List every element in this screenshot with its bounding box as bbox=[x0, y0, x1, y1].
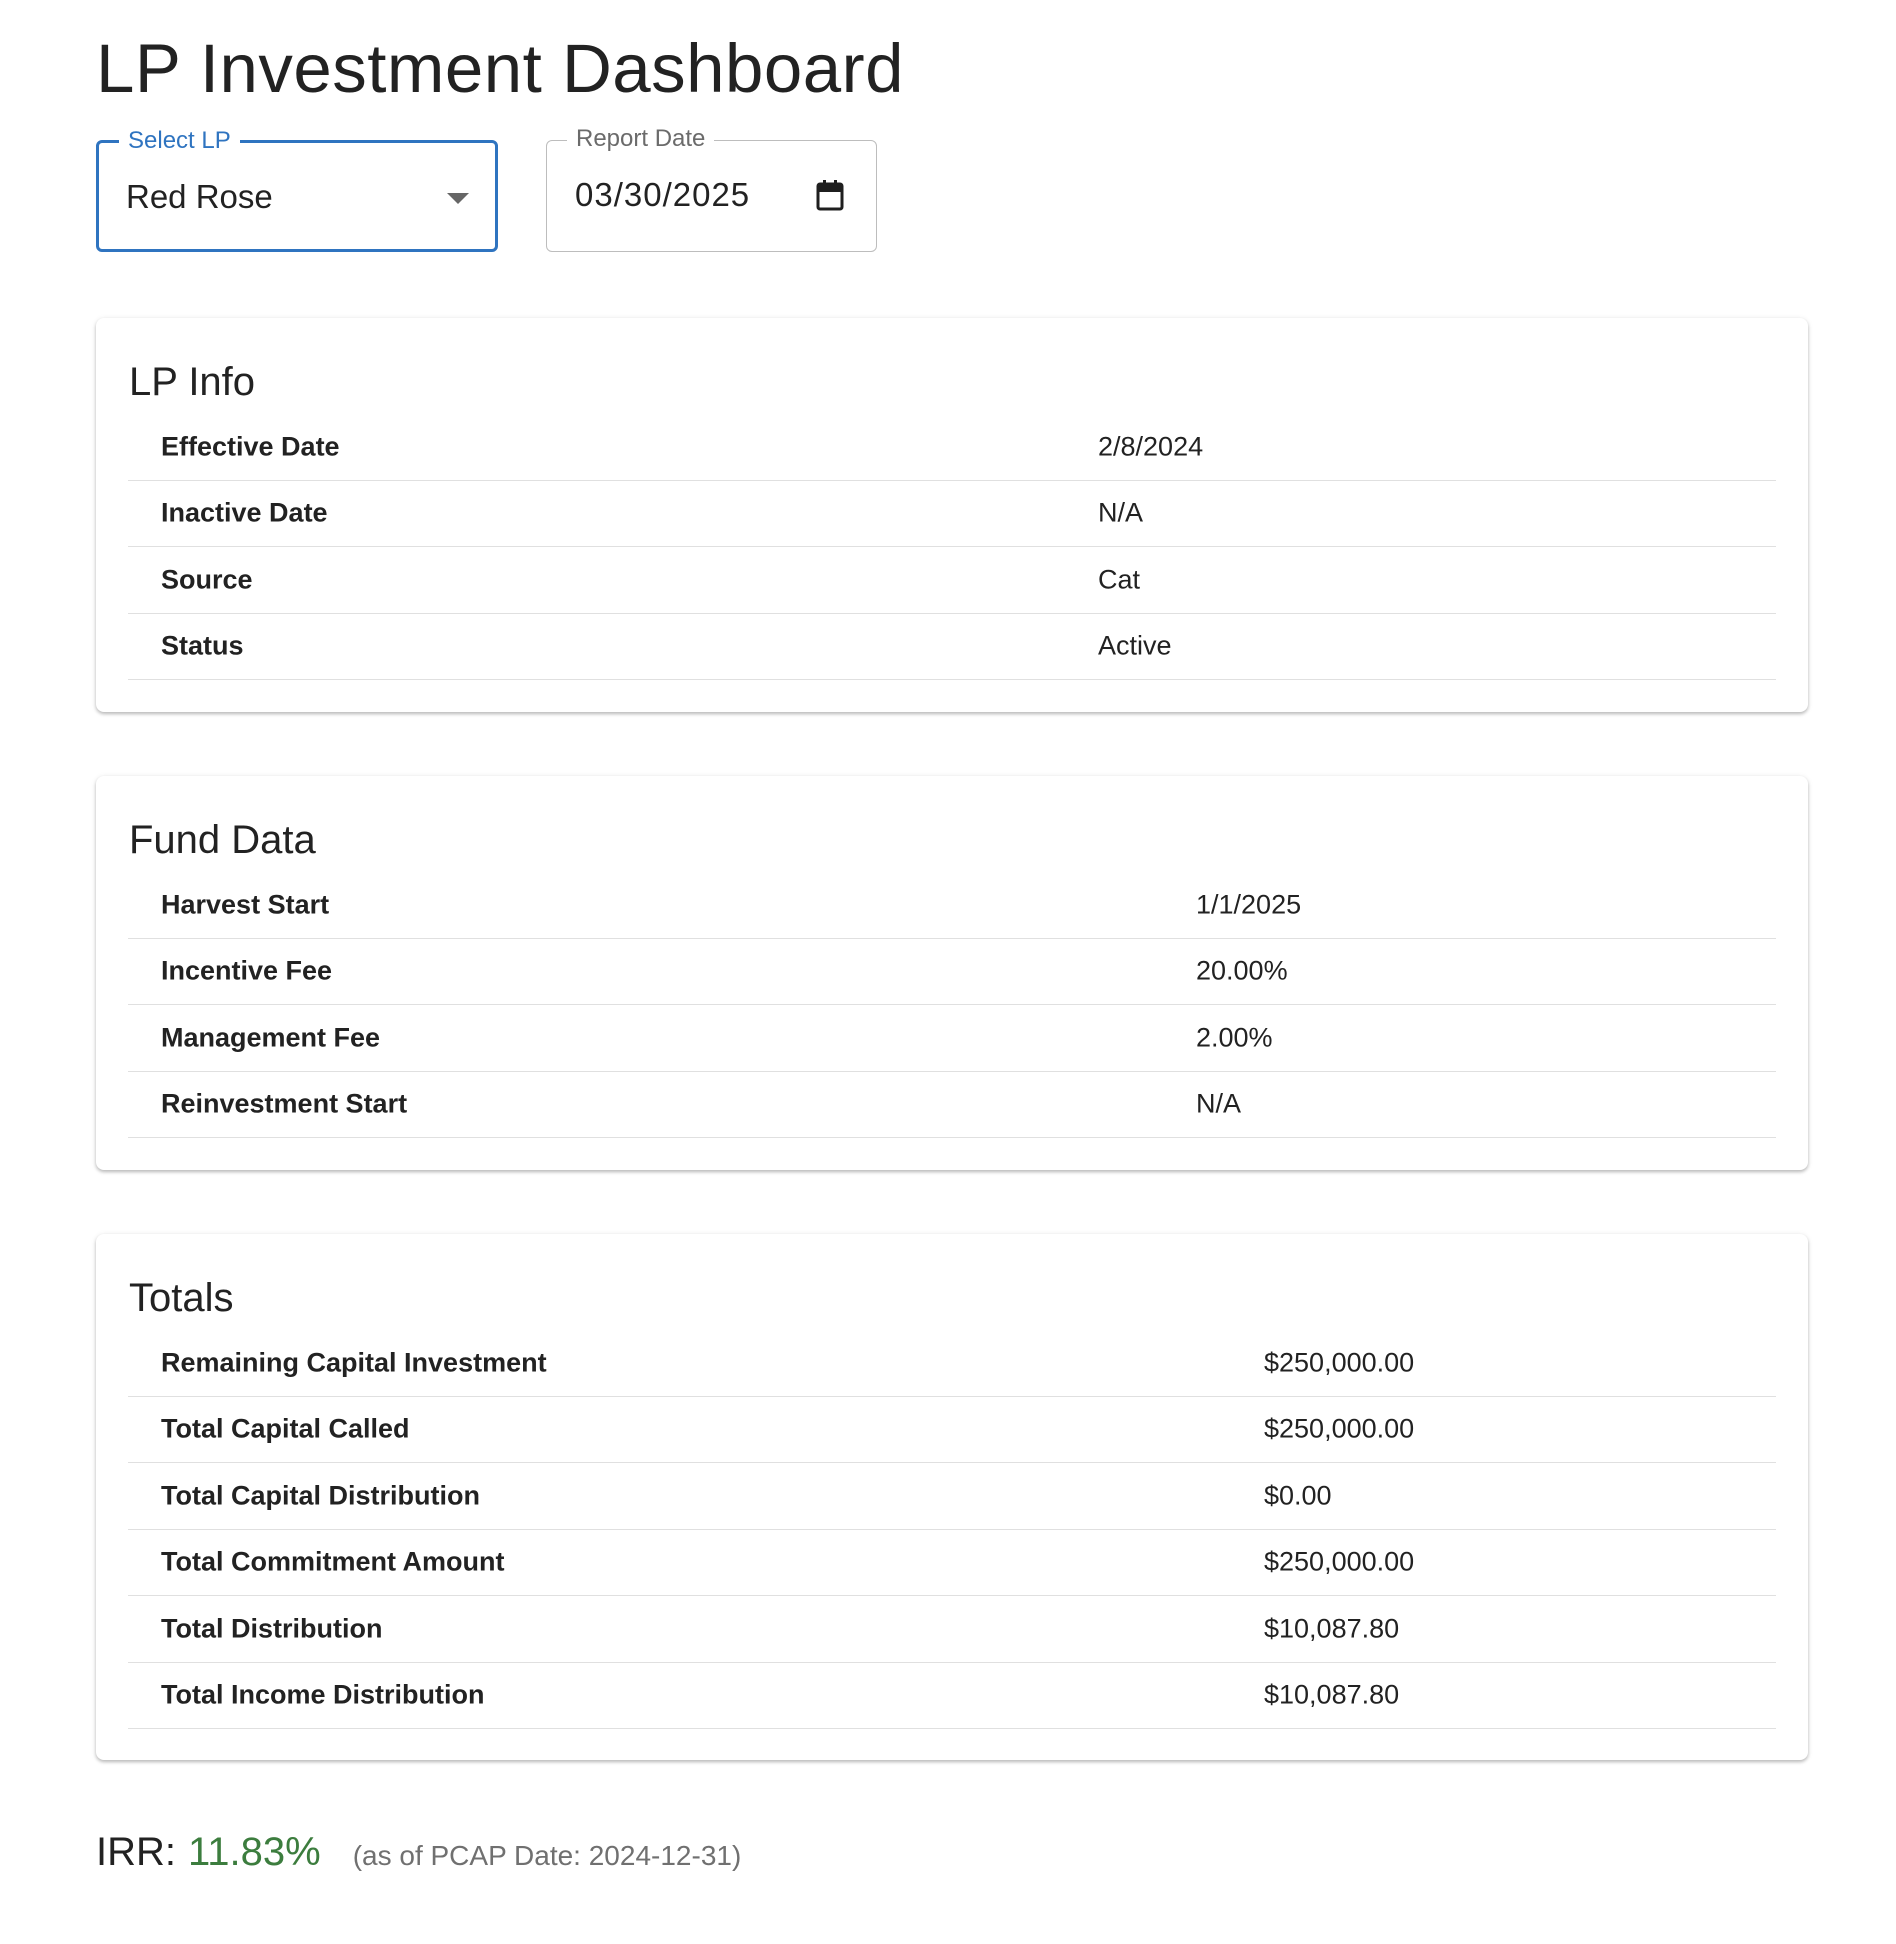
total-capital-called-value: $250,000.00 bbox=[1264, 1413, 1415, 1444]
lp-select-value[interactable]: Red Rose bbox=[126, 177, 273, 217]
harvest-start-label: Harvest Start bbox=[161, 889, 330, 920]
fund-data-card: Fund Data Harvest Start 1/1/2025 Incenti… bbox=[96, 776, 1808, 1170]
incentive-fee-label: Incentive Fee bbox=[161, 955, 333, 986]
table-row: Effective Date 2/8/2024 bbox=[128, 414, 1776, 481]
total-capital-distribution-value: $0.00 bbox=[1264, 1480, 1332, 1511]
totals-title: Totals bbox=[129, 1276, 234, 1320]
report-date-label: Report Date bbox=[567, 125, 715, 153]
table-row: Management Fee 2.00% bbox=[128, 1005, 1776, 1072]
lp-info-title: LP Info bbox=[129, 360, 256, 404]
irr-summary: IRR: 11.83% (as of PCAP Date: 2024-12-31… bbox=[96, 1830, 741, 1875]
incentive-fee-value: 20.00% bbox=[1196, 955, 1288, 986]
fund-data-title: Fund Data bbox=[129, 818, 316, 862]
report-date-input[interactable]: Report Date 03/30/2025 bbox=[546, 125, 877, 252]
table-row: Status Active bbox=[128, 614, 1776, 680]
status-value: Active bbox=[1098, 630, 1172, 661]
reinvestment-start-value: N/A bbox=[1196, 1088, 1242, 1119]
total-distribution-label: Total Distribution bbox=[161, 1613, 383, 1644]
report-date-value[interactable]: 03/30/2025 bbox=[575, 175, 750, 215]
table-row: Total Capital Distribution $0.00 bbox=[128, 1463, 1776, 1530]
reinvestment-start-label: Reinvestment Start bbox=[161, 1088, 408, 1119]
harvest-start-value: 1/1/2025 bbox=[1196, 889, 1302, 920]
total-income-distribution-label: Total Income Distribution bbox=[161, 1679, 485, 1710]
effective-date-value: 2/8/2024 bbox=[1098, 431, 1204, 462]
management-fee-label: Management Fee bbox=[161, 1022, 381, 1053]
effective-date-label: Effective Date bbox=[161, 431, 340, 462]
table-row: Inactive Date N/A bbox=[128, 481, 1776, 547]
lp-select-label: Select LP bbox=[119, 127, 240, 155]
irr-pcap-date-note: (as of PCAP Date: 2024-12-31) bbox=[352, 1840, 742, 1871]
remaining-capital-investment-label: Remaining Capital Investment bbox=[161, 1347, 547, 1378]
table-row: Total Capital Called $250,000.00 bbox=[128, 1397, 1776, 1463]
inactive-date-label: Inactive Date bbox=[161, 497, 328, 528]
table-row: Incentive Fee 20.00% bbox=[128, 939, 1776, 1005]
remaining-capital-investment-value: $250,000.00 bbox=[1264, 1347, 1415, 1378]
table-row: Total Income Distribution $10,087.80 bbox=[128, 1663, 1776, 1729]
total-commitment-amount-value: $250,000.00 bbox=[1264, 1546, 1415, 1577]
table-row: Remaining Capital Investment $250,000.00 bbox=[128, 1330, 1776, 1397]
lp-select[interactable]: Select LP Red Rose bbox=[96, 127, 498, 252]
table-row: Total Distribution $10,087.80 bbox=[128, 1596, 1776, 1663]
irr-value: 11.83% bbox=[188, 1830, 321, 1874]
lp-info-table: Effective Date 2/8/2024 Inactive Date N/… bbox=[128, 414, 1776, 680]
totals-card: Totals Remaining Capital Investment $250… bbox=[96, 1234, 1808, 1760]
table-row: Harvest Start 1/1/2025 bbox=[128, 872, 1776, 939]
source-label: Source bbox=[161, 564, 253, 595]
total-distribution-value: $10,087.80 bbox=[1264, 1613, 1400, 1644]
chevron-down-icon[interactable] bbox=[447, 193, 469, 204]
calendar-icon[interactable] bbox=[816, 179, 844, 211]
status-label: Status bbox=[161, 630, 244, 661]
fund-data-table: Harvest Start 1/1/2025 Incentive Fee 20.… bbox=[128, 872, 1776, 1138]
table-row: Total Commitment Amount $250,000.00 bbox=[128, 1530, 1776, 1596]
lp-info-card: LP Info Effective Date 2/8/2024 Inactive… bbox=[96, 318, 1808, 712]
source-value: Cat bbox=[1098, 564, 1141, 595]
totals-table: Remaining Capital Investment $250,000.00… bbox=[128, 1330, 1776, 1729]
table-row: Reinvestment Start N/A bbox=[128, 1072, 1776, 1138]
total-income-distribution-value: $10,087.80 bbox=[1264, 1679, 1400, 1710]
total-capital-called-label: Total Capital Called bbox=[161, 1413, 410, 1444]
table-row: Source Cat bbox=[128, 547, 1776, 614]
total-commitment-amount-label: Total Commitment Amount bbox=[161, 1546, 505, 1577]
inactive-date-value: N/A bbox=[1098, 497, 1144, 528]
management-fee-value: 2.00% bbox=[1196, 1022, 1273, 1053]
page-title: LP Investment Dashboard bbox=[96, 30, 905, 107]
irr-label: IRR: bbox=[96, 1830, 176, 1874]
total-capital-distribution-label: Total Capital Distribution bbox=[161, 1480, 480, 1511]
